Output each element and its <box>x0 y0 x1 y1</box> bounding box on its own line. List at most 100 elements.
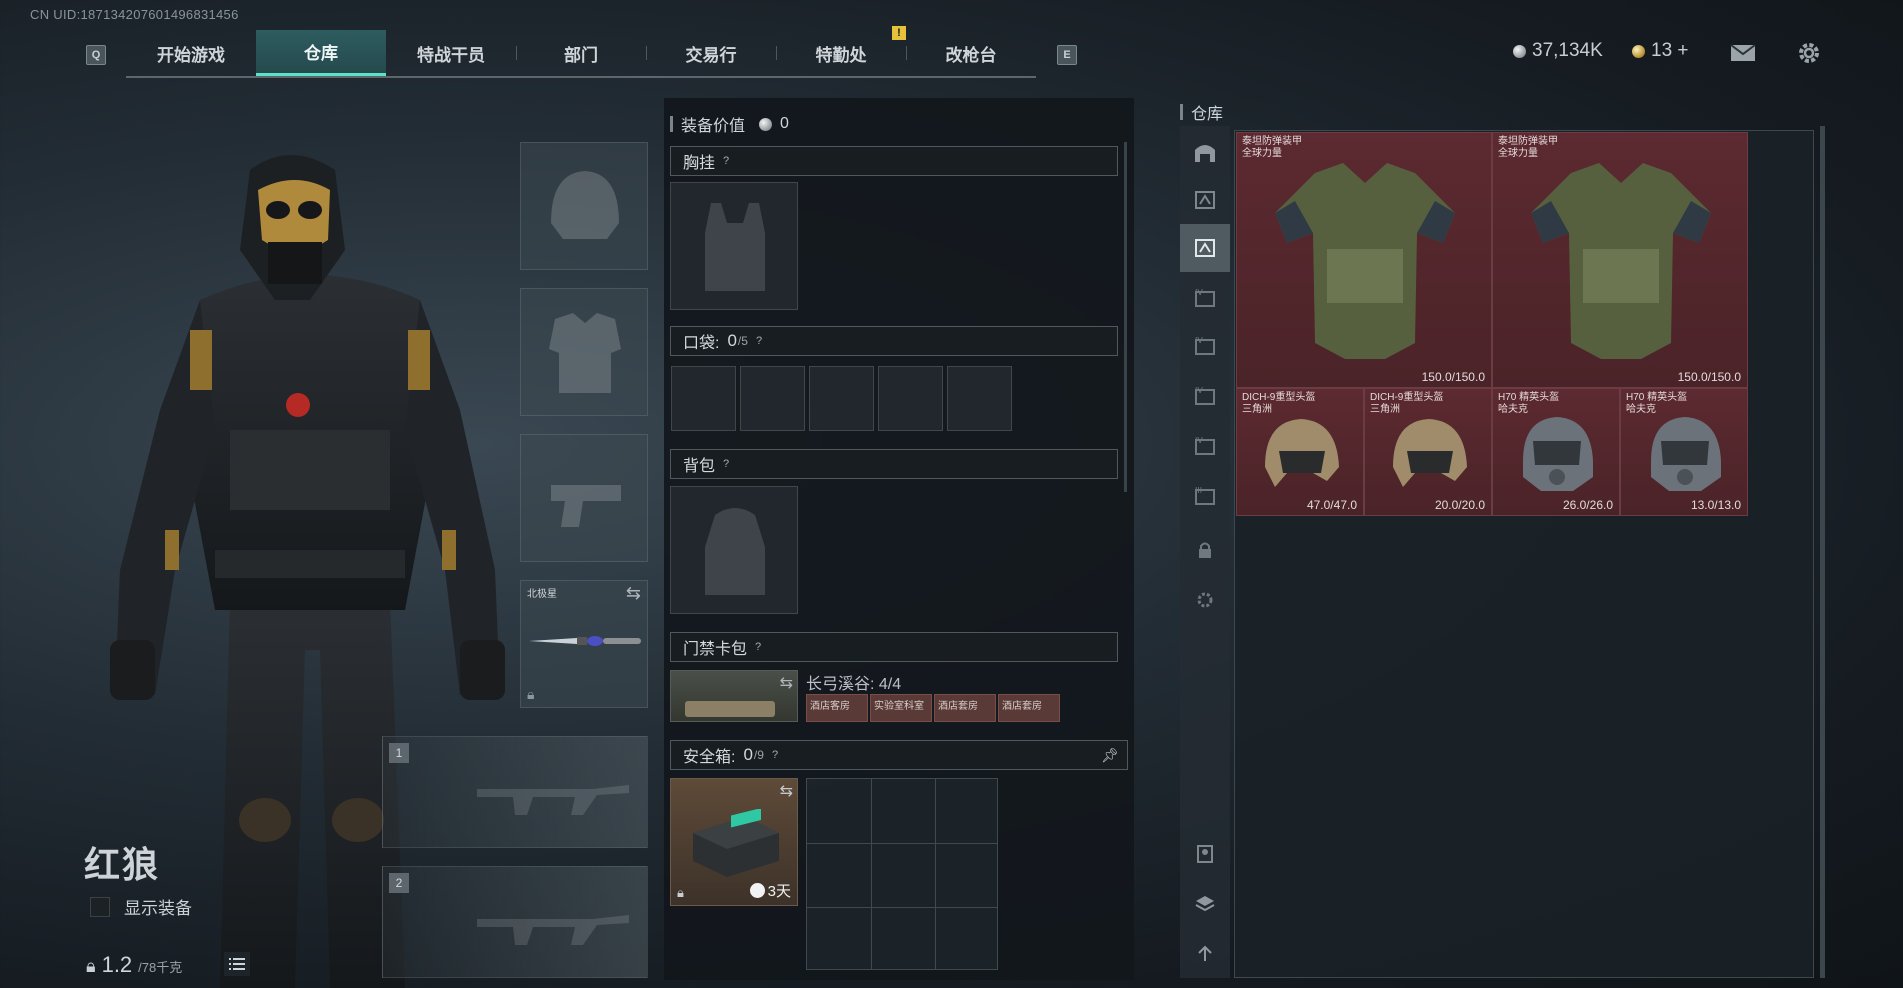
warehouse-item-helmet[interactable]: H70 精英头盔 哈夫克 26.0/26.0 <box>1492 388 1620 516</box>
tab-warehouse[interactable]: 仓库 <box>256 30 386 76</box>
item-durability: 20.0/20.0 <box>1434 498 1485 512</box>
item-durability: 13.0/13.0 <box>1690 498 1741 512</box>
safe-box-slot[interactable]: ⇆ 🔒︎ 3天 <box>670 778 798 906</box>
backpack-header: 背包 ? <box>670 449 1118 479</box>
svg-text:III: III <box>1195 486 1202 495</box>
keycard-item[interactable]: 实验室科室 <box>870 694 932 722</box>
item-durability: 47.0/47.0 <box>1306 498 1357 512</box>
silver-currency[interactable]: 37,134K <box>1513 40 1603 62</box>
swap-icon[interactable]: ⇆ <box>626 583 641 604</box>
loadout-scrollbar[interactable] <box>1124 142 1127 492</box>
equipment-value: 装备价值 0 <box>670 112 789 136</box>
category-tier4d-icon[interactable]: IV <box>1180 422 1230 470</box>
category-misc-icon[interactable] <box>1180 830 1230 878</box>
primary-weapon-slot-2[interactable]: 2 <box>382 866 648 978</box>
keycard-case-name: 长弓溪谷: 4/4 <box>806 676 902 693</box>
pistol-slot[interactable] <box>520 434 648 562</box>
melee-slot[interactable]: 北极星 ⇆ 🔒︎ <box>520 580 648 708</box>
help-icon[interactable]: ? <box>755 641 761 653</box>
warehouse-item-helmet[interactable]: H70 精英头盔 哈夫克 13.0/13.0 <box>1620 388 1748 516</box>
warehouse-item-armor[interactable]: 泰坦防弹装甲 全球力量 150.0/150.0 <box>1492 132 1748 388</box>
category-armor-icon[interactable] <box>1180 176 1230 224</box>
swap-icon[interactable]: ⇆ <box>780 673 793 693</box>
tab-start-game[interactable]: 开始游戏 <box>126 30 256 76</box>
lock-icon: 🔒︎ <box>527 686 535 702</box>
pocket-slot[interactable] <box>671 366 736 431</box>
keycard-item[interactable]: 酒店套房 <box>998 694 1060 722</box>
prev-tab-key-hint[interactable]: Q <box>86 45 106 65</box>
carry-weight: 🔒︎ 1.2 /78千克 <box>86 952 182 978</box>
gear-icon[interactable] <box>1794 38 1824 68</box>
tab-trading[interactable]: 交易行 <box>646 30 776 76</box>
category-tier3-icon[interactable]: III <box>1180 472 1230 520</box>
gold-currency[interactable]: 13 + <box>1632 40 1689 62</box>
keycard-item[interactable]: 酒店套房 <box>934 694 996 722</box>
melee-label: 北极星 <box>527 589 557 600</box>
armor-silhouette-icon <box>549 313 621 393</box>
show-equipment-checkbox[interactable] <box>90 896 110 917</box>
pocket-slot[interactable] <box>878 366 943 431</box>
sort-icon[interactable] <box>1180 930 1230 978</box>
player-uid: CN UID:187134207601496831456 <box>30 7 239 22</box>
tab-special-ops[interactable]: 特勤处 <box>776 30 906 76</box>
melee-knife-icon <box>529 636 641 646</box>
help-icon[interactable]: ? <box>723 155 729 167</box>
category-locked-icon[interactable] <box>1180 526 1230 574</box>
backpack-label: 背包 <box>683 458 716 475</box>
warehouse-item-armor[interactable]: 泰坦防弹装甲 全球力量 150.0/150.0 <box>1236 132 1492 388</box>
category-tier4c-icon[interactable]: IV <box>1180 372 1230 420</box>
chest-rig-header: 胸挂 ? <box>670 146 1118 176</box>
gear-icon[interactable] <box>1180 576 1230 624</box>
svg-text:IV: IV <box>1195 336 1203 345</box>
svg-text:IV: IV <box>1195 288 1203 297</box>
keycard-case-slot[interactable]: ⇆ <box>670 670 798 722</box>
warehouse-title-text: 仓库 <box>1191 106 1224 123</box>
category-tier4b-icon[interactable]: IV <box>1180 322 1230 370</box>
warehouse-item-helmet[interactable]: DICH-9重型头盔 三角洲 20.0/20.0 <box>1364 388 1492 516</box>
mail-icon[interactable] <box>1728 38 1758 68</box>
backpack-slot[interactable] <box>670 486 798 614</box>
warehouse-scrollbar[interactable] <box>1820 126 1825 978</box>
weight-max: /78千克 <box>138 960 183 975</box>
tab-operators[interactable]: 特战干员 <box>386 30 516 76</box>
keycard-item[interactable]: 酒店客房 <box>806 694 868 722</box>
backpack-silhouette-icon <box>705 508 765 595</box>
pocket-slot[interactable] <box>947 366 1012 431</box>
weight-current: 1.2 <box>101 952 133 977</box>
pocket-slot[interactable] <box>740 366 805 431</box>
rifle-silhouette-icon <box>477 785 629 815</box>
category-all-icon[interactable] <box>1180 128 1230 176</box>
category-tier4-icon[interactable]: IV <box>1180 274 1230 322</box>
show-equipment-toggle[interactable]: 显示装备 <box>90 894 192 919</box>
item-durability: 150.0/150.0 <box>1421 370 1485 384</box>
show-equipment-label: 显示装备 <box>124 899 192 918</box>
keycard-list: 酒店客房 实验室科室 酒店套房 酒店套房 <box>806 694 1060 722</box>
help-icon[interactable]: ? <box>772 749 778 761</box>
warehouse-item-helmet[interactable]: DICH-9重型头盔 三角洲 47.0/47.0 <box>1236 388 1364 516</box>
helmet-slot[interactable] <box>520 142 648 270</box>
primary-weapon-slot-1[interactable]: 1 <box>382 736 648 848</box>
chest-rig-slot[interactable] <box>670 182 798 310</box>
chest-rig-silhouette-icon <box>705 203 765 291</box>
pin-icon[interactable]: 📌︎ <box>1101 747 1119 764</box>
gold-amount: 13 + <box>1651 40 1689 61</box>
next-tab-key-hint[interactable]: E <box>1057 45 1077 65</box>
list-icon[interactable] <box>224 952 250 976</box>
keycard-label: 门禁卡包 <box>683 641 748 658</box>
tab-gunsmith[interactable]: 改枪台 <box>906 30 1036 76</box>
section-marker <box>670 116 673 132</box>
pockets-capacity: /5 <box>737 334 748 348</box>
safe-box-grid[interactable] <box>806 778 998 970</box>
pistol-silhouette-icon <box>551 485 621 527</box>
category-gear-icon[interactable] <box>1180 224 1230 272</box>
armor-slot[interactable] <box>520 288 648 416</box>
pocket-slot[interactable] <box>809 366 874 431</box>
tab-department[interactable]: 部门 <box>516 30 646 76</box>
safe-box-capacity: /9 <box>753 748 764 762</box>
help-icon[interactable]: ? <box>756 335 762 347</box>
helmet-icon <box>1523 417 1593 491</box>
item-durability: 150.0/150.0 <box>1677 370 1741 384</box>
swap-icon[interactable]: ⇆ <box>780 781 793 801</box>
layers-icon[interactable] <box>1180 880 1230 928</box>
help-icon[interactable]: ? <box>723 458 729 470</box>
